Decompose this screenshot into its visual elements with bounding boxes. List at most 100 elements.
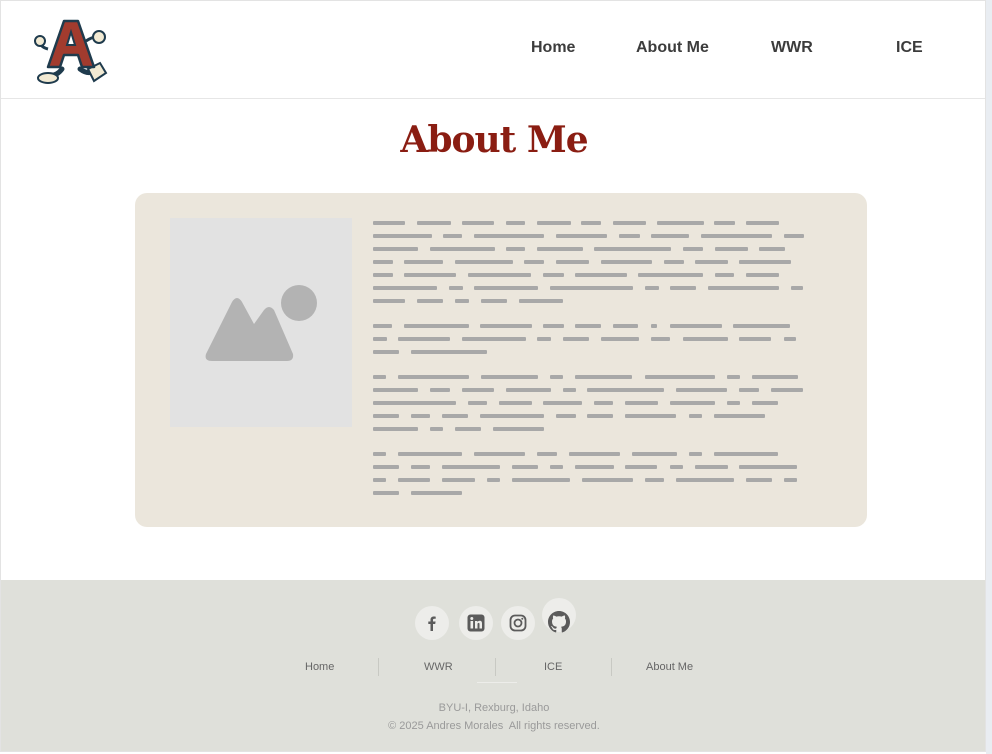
redacted-text-bar xyxy=(657,221,704,225)
redacted-text-bar xyxy=(506,247,525,251)
redacted-text-bar xyxy=(683,247,703,251)
redacted-text-bar xyxy=(443,234,462,238)
text-line xyxy=(373,423,807,436)
redacted-text-bar xyxy=(645,375,715,379)
redacted-text-bar xyxy=(373,401,456,405)
text-line xyxy=(373,333,807,346)
bio-paragraph xyxy=(373,448,807,500)
nav-about-me[interactable]: About Me xyxy=(636,39,709,57)
redacted-text-bar xyxy=(455,260,513,264)
redacted-text-bar xyxy=(474,234,544,238)
redacted-text-bar xyxy=(575,465,614,469)
redacted-text-bar xyxy=(733,324,790,328)
footer-location: BYU-I, Rexburg, Idaho xyxy=(438,702,550,714)
redacted-text-bar xyxy=(373,414,399,418)
instagram-link[interactable] xyxy=(501,606,535,640)
bio-paragraph xyxy=(373,217,807,308)
redacted-text-bar xyxy=(373,465,399,469)
redacted-text-bar xyxy=(373,260,393,264)
site-header: Home About Me WWR ICE xyxy=(1,1,985,99)
redacted-text-bar xyxy=(512,465,538,469)
footer-nav-home[interactable]: Home xyxy=(305,661,334,673)
nav-ice[interactable]: ICE xyxy=(896,39,923,57)
footer-nav-about-me[interactable]: About Me xyxy=(646,661,693,673)
bio-text xyxy=(373,217,807,507)
redacted-text-bar xyxy=(543,401,582,405)
text-line xyxy=(373,217,807,230)
linkedin-icon xyxy=(467,614,485,632)
redacted-text-bar xyxy=(645,286,659,290)
redacted-text-bar xyxy=(404,324,469,328)
redacted-text-bar xyxy=(784,337,796,341)
github-link[interactable] xyxy=(542,598,576,633)
redacted-text-bar xyxy=(404,260,443,264)
redacted-text-bar xyxy=(676,478,734,482)
redacted-text-bar xyxy=(632,452,677,456)
redacted-text-bar xyxy=(752,375,798,379)
footer-nav-ice[interactable]: ICE xyxy=(544,661,562,673)
redacted-text-bar xyxy=(601,260,652,264)
redacted-text-bar xyxy=(487,478,500,482)
redacted-text-bar xyxy=(468,273,531,277)
facebook-link[interactable] xyxy=(415,606,449,640)
redacted-text-bar xyxy=(601,337,639,341)
redacted-text-bar xyxy=(537,337,551,341)
redacted-text-bar xyxy=(373,337,387,341)
redacted-text-bar xyxy=(791,286,803,290)
redacted-text-bar xyxy=(582,478,633,482)
redacted-text-bar xyxy=(695,260,728,264)
footer-nav-divider xyxy=(611,658,612,676)
redacted-text-bar xyxy=(664,260,684,264)
redacted-text-bar xyxy=(771,388,803,392)
text-line xyxy=(373,384,807,397)
redacted-text-bar xyxy=(689,452,702,456)
redacted-text-bar xyxy=(556,414,576,418)
redacted-text-bar xyxy=(550,286,633,290)
redacted-text-bar xyxy=(739,465,797,469)
redacted-text-bar xyxy=(455,427,481,431)
text-line xyxy=(373,295,807,308)
footer-nav-divider xyxy=(378,658,379,676)
redacted-text-bar xyxy=(373,286,437,290)
redacted-text-bar xyxy=(594,247,671,251)
redacted-text-bar xyxy=(442,465,500,469)
redacted-text-bar xyxy=(563,337,589,341)
redacted-text-bar xyxy=(625,414,676,418)
text-line xyxy=(373,448,807,461)
redacted-text-bar xyxy=(759,247,785,251)
redacted-text-bar xyxy=(398,337,450,341)
redacted-text-bar xyxy=(373,299,405,303)
redacted-text-bar xyxy=(474,286,538,290)
redacted-text-bar xyxy=(563,388,576,392)
redacted-text-bar xyxy=(543,273,564,277)
footer-copyright: © 2025 Andres Morales All rights reserve… xyxy=(388,720,600,732)
redacted-text-bar xyxy=(417,299,443,303)
redacted-text-bar xyxy=(462,337,526,341)
redacted-text-bar xyxy=(480,324,532,328)
footer-divider xyxy=(477,682,517,683)
redacted-text-bar xyxy=(373,273,393,277)
bio-paragraph xyxy=(373,320,807,359)
redacted-text-bar xyxy=(462,388,494,392)
nav-wwr[interactable]: WWR xyxy=(771,39,813,57)
redacted-text-bar xyxy=(575,273,627,277)
redacted-text-bar xyxy=(587,388,664,392)
redacted-text-bar xyxy=(512,478,570,482)
page-title: About Me xyxy=(400,119,588,161)
nav-home[interactable]: Home xyxy=(531,39,575,57)
redacted-text-bar xyxy=(462,221,494,225)
redacted-text-bar xyxy=(430,388,450,392)
redacted-text-bar xyxy=(524,260,544,264)
instagram-icon xyxy=(509,614,527,632)
footer-nav-wwr[interactable]: WWR xyxy=(424,661,453,673)
linkedin-link[interactable] xyxy=(459,606,493,640)
about-card xyxy=(135,193,867,527)
redacted-text-bar xyxy=(708,286,779,290)
redacted-text-bar xyxy=(613,324,638,328)
redacted-text-bar xyxy=(575,324,601,328)
redacted-text-bar xyxy=(670,401,715,405)
redacted-text-bar xyxy=(411,491,462,495)
redacted-text-bar xyxy=(417,221,451,225)
text-line xyxy=(373,474,807,487)
redacted-text-bar xyxy=(587,414,613,418)
